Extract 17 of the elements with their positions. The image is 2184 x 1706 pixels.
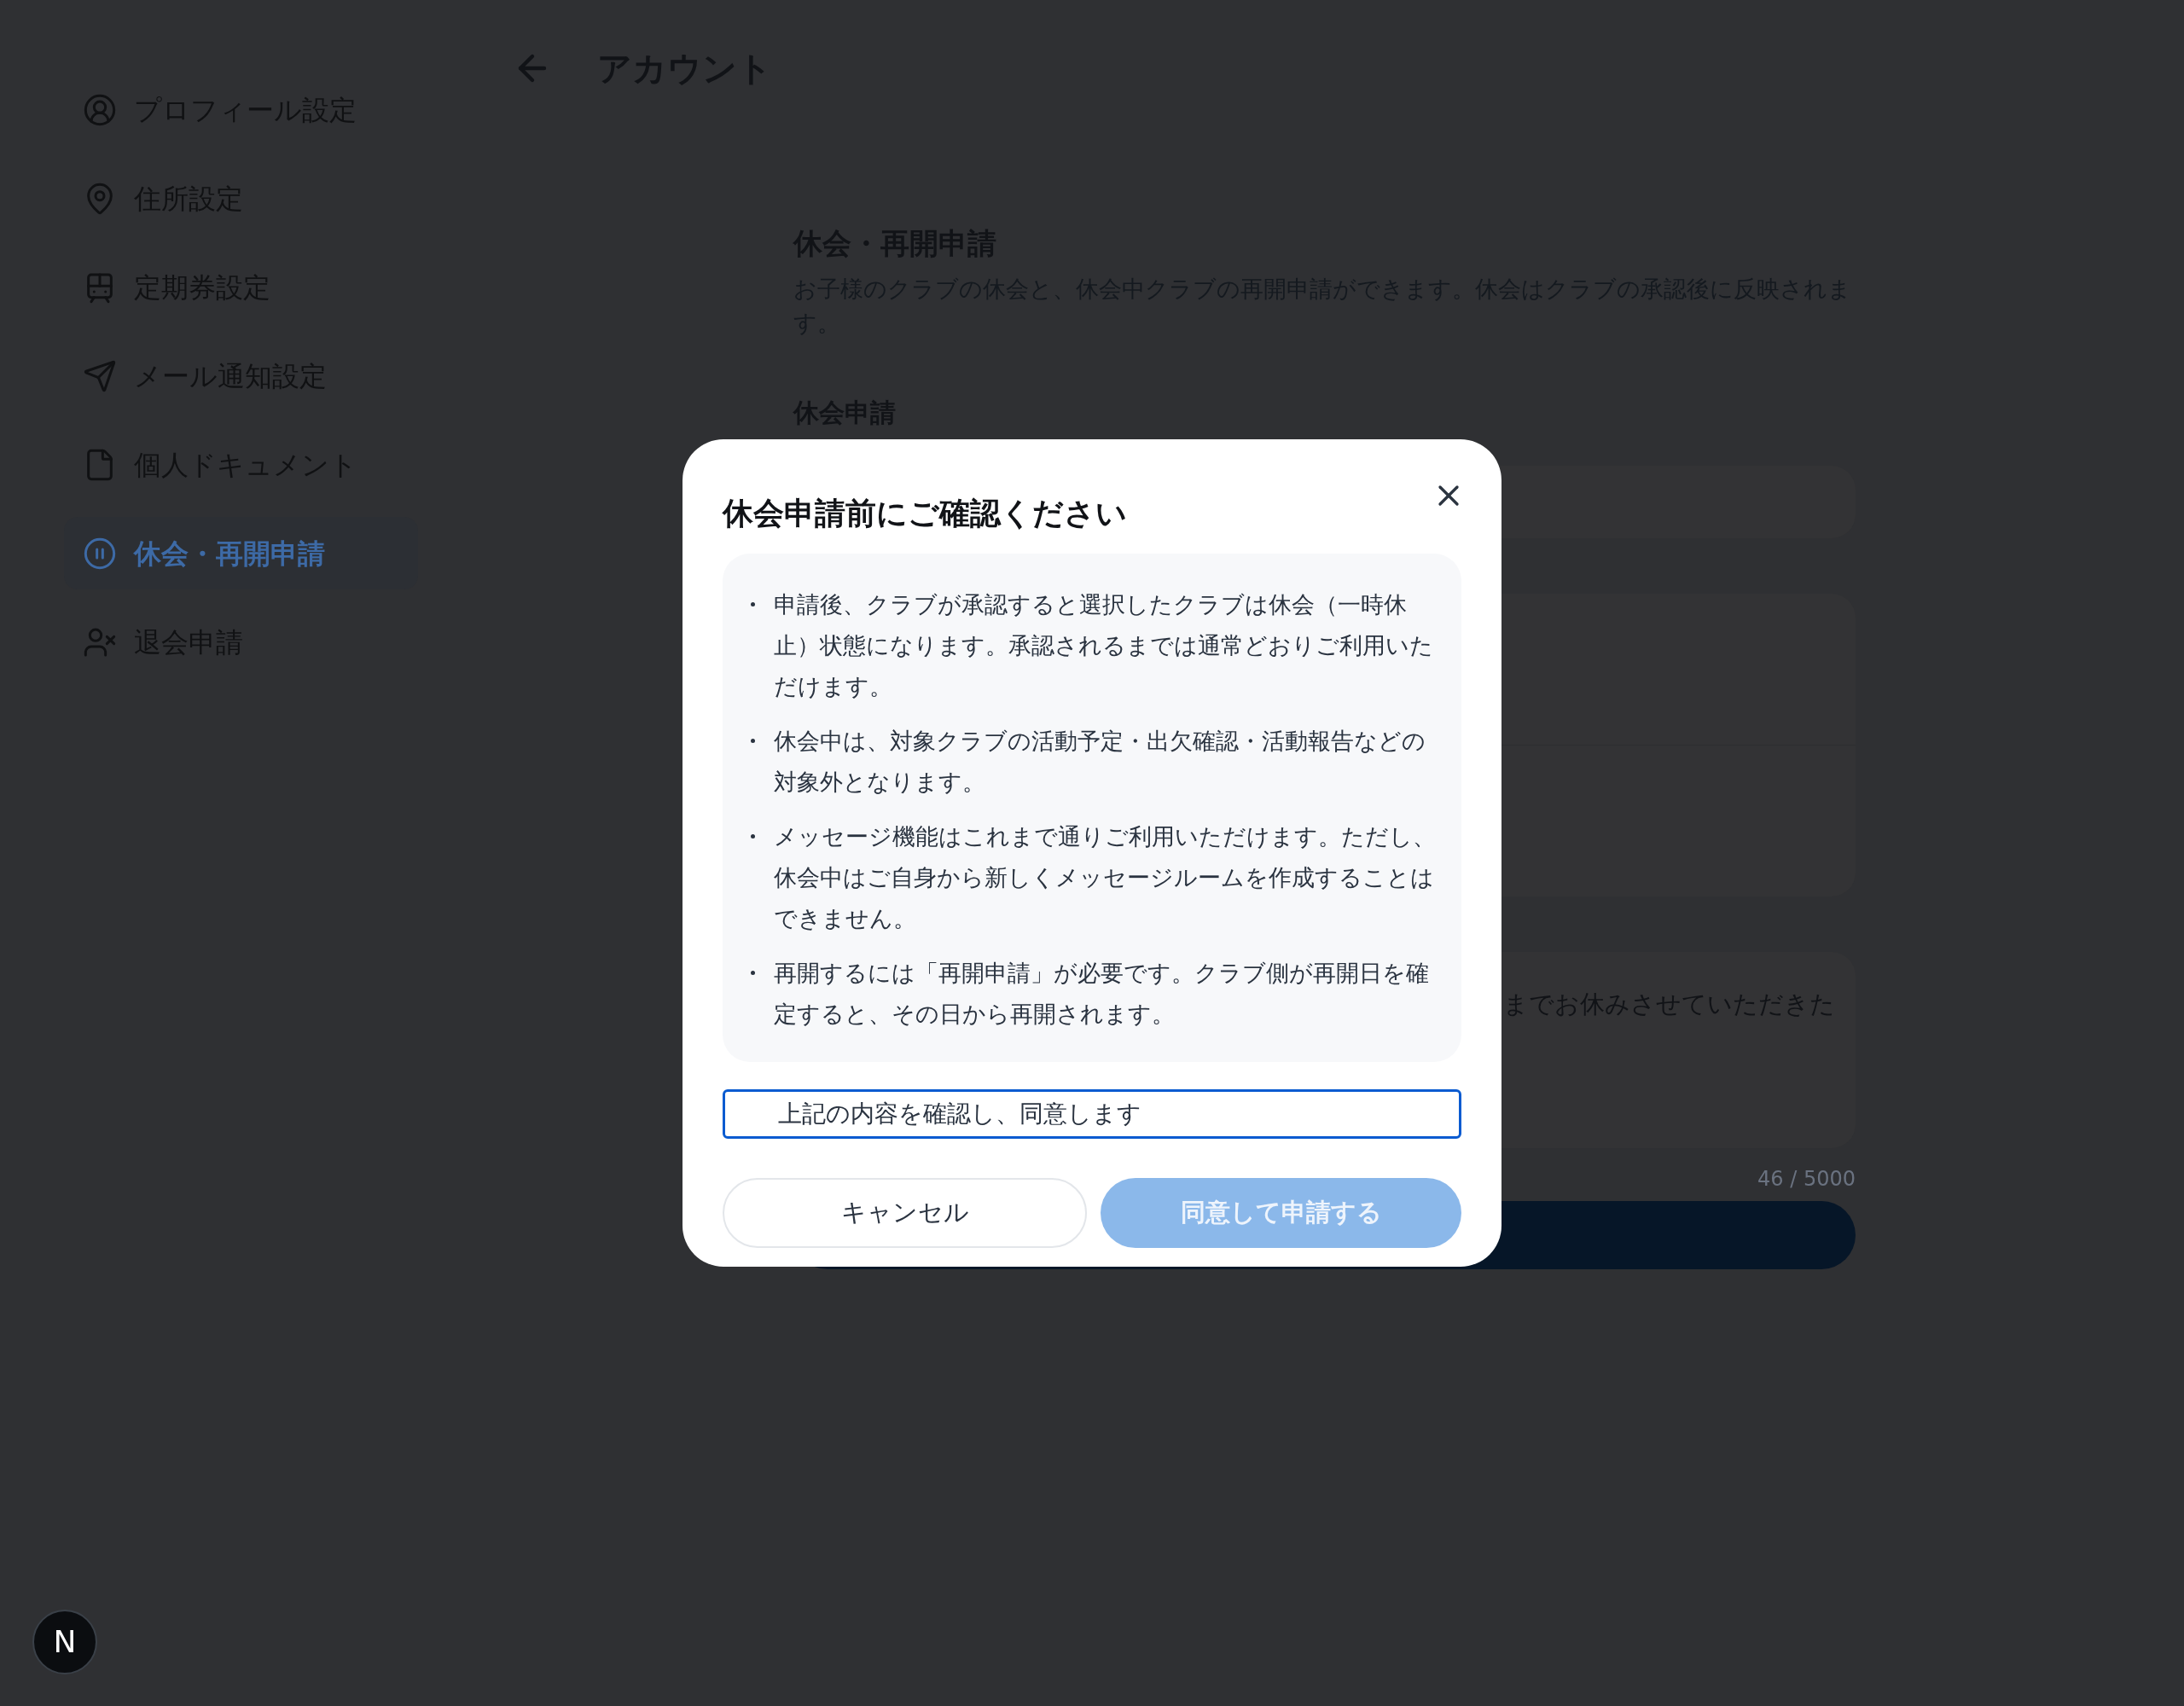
bullet-icon [750,834,755,838]
pause-circle-icon [83,536,117,571]
cancel-button[interactable]: キャンセル [723,1178,1087,1248]
user-circle-icon [83,92,117,127]
character-counter: 46 / 5000 [1757,1166,1856,1192]
note-text: 再開するには「再開申請」が必要です。クラブ側が再開日を確定すると、その日から再開されます。 [774,959,1430,1029]
app-badge[interactable]: N [32,1610,97,1674]
bullet-icon [750,602,755,606]
dialog-title: 休会申請前にご確認ください [723,495,1127,532]
bullet-icon [750,971,755,975]
note-text: メッセージ機能はこれまで通りご利用いただけます。ただし、休会中はご自身から新しくメッセージルームを作成することはできません。 [774,822,1437,933]
note-text: 申請後、クラブが承認すると選択したクラブは休会（一時休止）状態になります。承認されるまでは通常どおりご利用いただけます。 [774,590,1434,701]
bullet-icon [750,739,755,743]
agree-checkbox-row[interactable]: 上記の内容を確認し、同意します [723,1089,1461,1139]
send-icon [83,358,117,393]
note-text: 休会中は、対象クラブの活動予定・出欠確認・活動報告などの対象外となります。 [774,727,1426,797]
sidebar-item[interactable]: 休会・再開申請 [64,517,418,589]
